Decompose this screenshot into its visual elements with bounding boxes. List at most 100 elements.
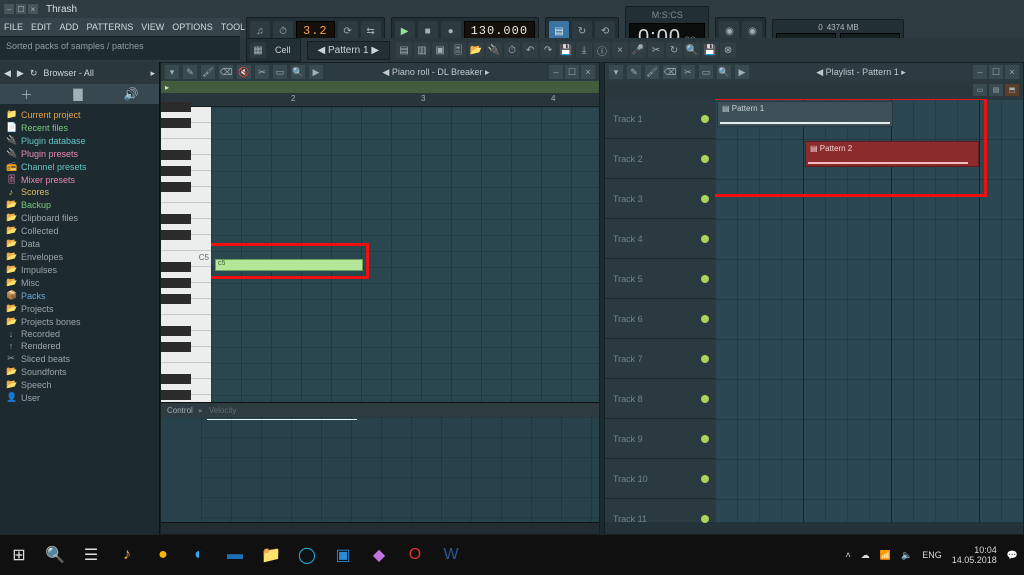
pr-close-button[interactable]: ×: [581, 65, 595, 79]
pr-tool-draw[interactable]: ✎: [183, 65, 197, 79]
snap-icon[interactable]: ▦: [250, 42, 266, 58]
browser-tab-add[interactable]: ＋: [20, 86, 32, 103]
tray-lang[interactable]: ENG: [922, 550, 942, 560]
track-header-9[interactable]: Track 9: [605, 419, 715, 459]
browser-item-5[interactable]: 🎚Mixer presets: [0, 173, 159, 186]
browser-item-16[interactable]: 📂Projects bones: [0, 315, 159, 328]
pr-min-button[interactable]: –: [549, 65, 563, 79]
tray-notif-icon[interactable]: 💬: [1007, 550, 1018, 561]
piano-key[interactable]: [161, 347, 211, 363]
track-header-7[interactable]: Track 7: [605, 339, 715, 379]
browser-item-12[interactable]: 📂Impulses: [0, 263, 159, 276]
pr-tool-zoom[interactable]: 🔍: [291, 65, 305, 79]
close-button[interactable]: ×: [28, 4, 38, 14]
browser-item-21[interactable]: 📂Speech: [0, 378, 159, 391]
track-header-5[interactable]: Track 5: [605, 259, 715, 299]
track-mute-dot[interactable]: [701, 515, 709, 523]
browser-back[interactable]: ◀: [4, 68, 11, 79]
menu-view[interactable]: VIEW: [137, 22, 168, 32]
pianoroll-shortcut[interactable]: ▥: [414, 42, 430, 58]
browser-item-17[interactable]: ↓Recorded: [0, 328, 159, 340]
piano-black-key[interactable]: [161, 118, 191, 128]
piano-black-key[interactable]: [161, 390, 191, 400]
pl-tool-draw[interactable]: ✎: [627, 65, 641, 79]
pl-mini-3[interactable]: ⬒: [1005, 84, 1019, 96]
piano-black-key[interactable]: [161, 214, 191, 224]
pr-tool-slice[interactable]: ✂: [255, 65, 269, 79]
piano-key[interactable]: [161, 235, 211, 251]
piano-key[interactable]: [161, 299, 211, 315]
piano-black-key[interactable]: [161, 342, 191, 352]
render-shortcut[interactable]: ⤓: [576, 42, 592, 58]
clip-pattern-1[interactable]: ▤ Pattern 1: [717, 101, 893, 127]
loop-shortcut[interactable]: ↻: [666, 42, 682, 58]
pl-max-button[interactable]: ☐: [989, 65, 1003, 79]
browser-tab-sound[interactable]: 🔊: [124, 87, 139, 101]
browser-tab-files[interactable]: ▇: [73, 87, 82, 101]
browser-item-3[interactable]: 🔌Plugin presets: [0, 147, 159, 160]
browser-item-22[interactable]: 👤User: [0, 391, 159, 404]
track-mute-dot[interactable]: [701, 355, 709, 363]
pr-scroll-h[interactable]: [161, 522, 599, 534]
pr-velocity-label[interactable]: Velocity: [209, 406, 237, 415]
pr-timeline[interactable]: 2 3 4: [161, 93, 599, 107]
pl-menu-button[interactable]: ▾: [609, 65, 623, 79]
explorer-icon[interactable]: 📁: [258, 542, 284, 568]
tray-up-icon[interactable]: ˄: [846, 550, 851, 560]
tray-clock[interactable]: 10:04 14.05.2018: [952, 545, 997, 566]
browser-item-10[interactable]: 📂Data: [0, 237, 159, 250]
pl-tool-select[interactable]: ▭: [699, 65, 713, 79]
browser-item-6[interactable]: ♪Scores: [0, 186, 159, 198]
pr-control-label[interactable]: Control: [167, 406, 193, 415]
pr-tool-play[interactable]: ▶: [309, 65, 323, 79]
pl-mini-2[interactable]: ▤: [989, 84, 1003, 96]
piano-black-key[interactable]: [161, 294, 191, 304]
track-header-8[interactable]: Track 8: [605, 379, 715, 419]
info-shortcut[interactable]: ⓘ: [594, 42, 610, 58]
mixer-shortcut[interactable]: 🎚: [450, 42, 466, 58]
track-header-2[interactable]: Track 2: [605, 139, 715, 179]
piano-black-key[interactable]: [161, 150, 191, 160]
clip-pattern-2[interactable]: ▤ Pattern 2: [805, 141, 979, 167]
menu-edit[interactable]: EDIT: [27, 22, 56, 32]
save-shortcut[interactable]: 💾: [558, 42, 574, 58]
browser-item-4[interactable]: 📻Channel presets: [0, 160, 159, 173]
browser-menu[interactable]: ▸: [150, 68, 155, 79]
pr-menu-button[interactable]: ▾: [165, 65, 179, 79]
track-mute-dot[interactable]: [701, 195, 709, 203]
browser-list[interactable]: 📁Current project📄Recent files🔌Plugin dat…: [0, 104, 159, 535]
save2-shortcut[interactable]: 💾: [702, 42, 718, 58]
track-header-6[interactable]: Track 6: [605, 299, 715, 339]
browser-item-2[interactable]: 🔌Plugin database: [0, 134, 159, 147]
browser-refresh[interactable]: ↻: [30, 68, 38, 79]
track-mute-dot[interactable]: [701, 395, 709, 403]
redo-shortcut[interactable]: ↷: [540, 42, 556, 58]
app-2-icon[interactable]: ◐: [186, 542, 212, 568]
app-1-icon[interactable]: ●: [150, 542, 176, 568]
track-mute-dot[interactable]: [701, 275, 709, 283]
pr-tool-paint[interactable]: 🖌: [201, 65, 215, 79]
pattern-selector[interactable]: ◀ Pattern 1 ▶: [307, 41, 391, 60]
track-header-3[interactable]: Track 3: [605, 179, 715, 219]
playlist-shortcut[interactable]: ▤: [396, 42, 412, 58]
zoom-shortcut[interactable]: 🔍: [684, 42, 700, 58]
track-header-11[interactable]: Track 11: [605, 499, 715, 539]
browser-item-0[interactable]: 📁Current project: [0, 108, 159, 121]
pr-control-grid[interactable]: [201, 417, 599, 522]
track-header-1[interactable]: Track 1: [605, 99, 715, 139]
maximize-button[interactable]: ☐: [16, 4, 26, 14]
browser-item-20[interactable]: 📂Soundfonts: [0, 365, 159, 378]
pr-max-button[interactable]: ☐: [565, 65, 579, 79]
piano-black-key[interactable]: [161, 374, 191, 384]
start-button[interactable]: ⊞: [6, 542, 32, 568]
track-mute-dot[interactable]: [701, 235, 709, 243]
app-6-icon[interactable]: ◆: [366, 542, 392, 568]
track-mute-dot[interactable]: [701, 155, 709, 163]
pr-tool-select[interactable]: ▭: [273, 65, 287, 79]
opera-icon[interactable]: O: [402, 542, 428, 568]
track-mute-dot[interactable]: [701, 115, 709, 123]
pl-close-button[interactable]: ×: [1005, 65, 1019, 79]
browser-shortcut[interactable]: 📂: [468, 42, 484, 58]
cut-shortcut[interactable]: ✂: [648, 42, 664, 58]
close-shortcut[interactable]: ×: [612, 42, 628, 58]
